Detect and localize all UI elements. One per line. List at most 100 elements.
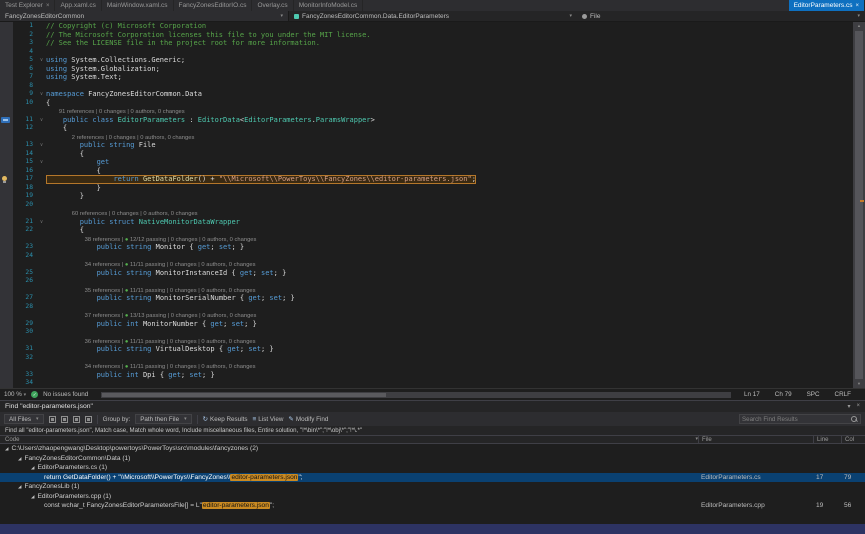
expander-icon[interactable]: ◢	[5, 446, 8, 451]
document-tab[interactable]: MainWindow.xaml.cs	[102, 0, 174, 11]
search-results-box[interactable]	[739, 414, 861, 424]
modify-find-button[interactable]: ✎ Modify Find	[288, 415, 328, 423]
codelens-row[interactable]: 36 references | ● 11/11 passing | 0 chan…	[0, 337, 853, 346]
code-line[interactable]: 8	[0, 82, 853, 91]
project-dropdown[interactable]: FancyZonesEditorCommon ▾	[0, 11, 289, 21]
code-line[interactable]: 30	[0, 328, 853, 337]
code-health-icon[interactable]: ✓	[31, 391, 38, 398]
code-line[interactable]: 31 public string VirtualDesktop { get; s…	[0, 345, 853, 354]
list-view-button[interactable]: ≡ List View	[253, 416, 284, 423]
codelens-row[interactable]: 34 references | ● 11/11 passing | 0 chan…	[0, 362, 853, 371]
scroll-up-icon[interactable]: ▲	[853, 22, 865, 30]
code-line[interactable]: 9∨namespace FancyZonesEditorCommon.Data	[0, 90, 853, 99]
codelens-row[interactable]: 91 references | 0 changes | 0 authors, 0…	[0, 107, 853, 116]
codelens-label[interactable]: 91 references | 0 changes | 0 authors, 0…	[46, 109, 185, 115]
code-line[interactable]: 16 {	[0, 167, 853, 176]
scrollbar-thumb[interactable]	[102, 393, 385, 397]
code-line[interactable]: 18 }	[0, 184, 853, 193]
code-line[interactable]: 19 }	[0, 192, 853, 201]
find-result-row[interactable]: ◢EditorParameters.cpp (1)	[0, 492, 865, 502]
code-line[interactable]: 10{	[0, 99, 853, 108]
document-tab[interactable]: MonitorInfoModel.cs	[294, 0, 364, 11]
document-tab[interactable]: Overlay.cs	[252, 0, 293, 11]
code-line[interactable]: 23 public string Monitor { get; set; }	[0, 243, 853, 252]
quick-actions-icon[interactable]	[2, 176, 7, 181]
find-result-row[interactable]: ◢EditorParameters.cs (1)	[0, 463, 865, 473]
previous-result-icon[interactable]	[73, 416, 80, 423]
expand-all-icon[interactable]	[49, 416, 56, 423]
code-line[interactable]: 3// See the LICENSE file in the project …	[0, 39, 853, 48]
expander-icon[interactable]: ◢	[31, 465, 34, 470]
code-line[interactable]: 12 {	[0, 124, 853, 133]
fold-icon[interactable]: ∨	[37, 90, 46, 99]
find-result-row[interactable]: ◢FancyZonesEditorCommon\Data (1)	[0, 454, 865, 464]
codelens-label[interactable]: 37 references | ● 13/13 passing | 0 chan…	[46, 313, 256, 319]
codelens-label[interactable]: 2 references | 0 changes | 0 authors, 0 …	[46, 135, 194, 141]
zoom-control[interactable]: 100 % ▾	[4, 391, 26, 398]
codelens-label[interactable]: 34 references | ● 11/11 passing | 0 chan…	[46, 364, 256, 370]
window-position-icon[interactable]: ▾	[847, 403, 850, 410]
code-line[interactable]: 21∨ public struct NativeMonitorDataWrapp…	[0, 218, 853, 227]
codelens-label[interactable]: 35 references | ● 11/11 passing | 0 chan…	[46, 288, 256, 294]
fold-icon[interactable]: ∨	[37, 56, 46, 65]
find-result-row[interactable]: ◢FancyZonesLib (1)	[0, 482, 865, 492]
code-line[interactable]: 26	[0, 277, 853, 286]
next-result-icon[interactable]	[85, 416, 92, 423]
close-icon[interactable]: ×	[855, 3, 859, 9]
expander-icon[interactable]: ◢	[18, 456, 21, 461]
codelens-row[interactable]: 37 references | ● 13/13 passing | 0 chan…	[0, 311, 853, 320]
code-line[interactable]: 33 public int Dpi { get; set; }	[0, 371, 853, 380]
eol-indicator[interactable]: CRLF	[835, 391, 851, 398]
expander-icon[interactable]: ◢	[18, 484, 21, 489]
document-tab[interactable]: App.xaml.cs	[55, 0, 101, 11]
close-icon[interactable]: ×	[46, 3, 50, 9]
expander-icon[interactable]: ◢	[31, 494, 34, 499]
find-result-row[interactable]: const wchar_t FancyZonesEditorParameters…	[0, 501, 865, 511]
code-editor[interactable]: 1// Copyright (c) Microsoft Corporation2…	[0, 22, 865, 388]
codelens-label[interactable]: 34 references | ● 11/11 passing | 0 chan…	[46, 262, 256, 268]
code-line[interactable]: 22 {	[0, 226, 853, 235]
code-line[interactable]: 24	[0, 252, 853, 261]
code-line[interactable]: 17 return GetDataFolder() + "\\Microsoft…	[0, 175, 853, 184]
spaces-indicator[interactable]: SPC	[807, 391, 820, 398]
code-line[interactable]: 34	[0, 379, 853, 388]
document-tab[interactable]: Test Explorer×	[0, 0, 55, 11]
codelens-row[interactable]: 2 references | 0 changes | 0 authors, 0 …	[0, 133, 853, 142]
column-header-col[interactable]: Col	[841, 436, 865, 443]
code-line[interactable]: 2// The Microsoft Corporation licenses t…	[0, 31, 853, 40]
fold-icon[interactable]: ∨	[37, 158, 46, 167]
code-health-label[interactable]: No issues found	[43, 391, 88, 398]
code-line[interactable]: 20	[0, 201, 853, 210]
column-header-code[interactable]: Code ▾	[0, 436, 698, 443]
horizontal-scrollbar[interactable]	[101, 392, 731, 398]
document-tab[interactable]: FancyZonesEditorIO.cs	[174, 0, 253, 11]
vertical-scrollbar[interactable]: ▲ ▼	[853, 22, 865, 388]
code-line[interactable]: 32	[0, 354, 853, 363]
code-line[interactable]: 1// Copyright (c) Microsoft Corporation	[0, 22, 853, 31]
fold-icon[interactable]: ∨	[37, 218, 46, 227]
find-result-row[interactable]: ◢C:\Users\zhaopengwang\Desktop\powertoys…	[0, 444, 865, 454]
code-line[interactable]: 5∨using System.Collections.Generic;	[0, 56, 853, 65]
line-indicator[interactable]: Ln 17	[744, 391, 760, 398]
scrollbar-thumb[interactable]	[855, 31, 863, 379]
codelens-row[interactable]: 60 references | 0 changes | 0 authors, 0…	[0, 209, 853, 218]
group-by-dropdown[interactable]: Path then File ▾	[135, 414, 191, 424]
code-line[interactable]: 25 public string MonitorInstanceId { get…	[0, 269, 853, 278]
codelens-row[interactable]: 34 references | ● 11/11 passing | 0 chan…	[0, 260, 853, 269]
codelens-label[interactable]: 60 references | 0 changes | 0 authors, 0…	[46, 211, 198, 217]
code-line[interactable]: 27 public string MonitorSerialNumber { g…	[0, 294, 853, 303]
tab-editorparameters[interactable]: EditorParameters.cs ×	[789, 0, 865, 11]
codelens-row[interactable]: 35 references | ● 11/11 passing | 0 chan…	[0, 286, 853, 295]
codelens-row[interactable]: 38 references | ● 12/12 passing | 0 chan…	[0, 235, 853, 244]
code-line[interactable]: 13∨ public string File	[0, 141, 853, 150]
code-line[interactable]: 7using System.Text;	[0, 73, 853, 82]
member-dropdown[interactable]: File ▾	[577, 11, 865, 21]
code-line[interactable]: 4	[0, 48, 853, 57]
collapse-all-icon[interactable]	[61, 416, 68, 423]
code-line[interactable]: 29 public int MonitorNumber { get; set; …	[0, 320, 853, 329]
close-icon[interactable]: ×	[856, 403, 860, 410]
search-icon[interactable]	[851, 416, 858, 423]
column-header-line[interactable]: Line	[813, 436, 841, 443]
column-header-file[interactable]: File	[698, 436, 813, 443]
scope-dropdown[interactable]: All Files ▾	[4, 414, 44, 424]
